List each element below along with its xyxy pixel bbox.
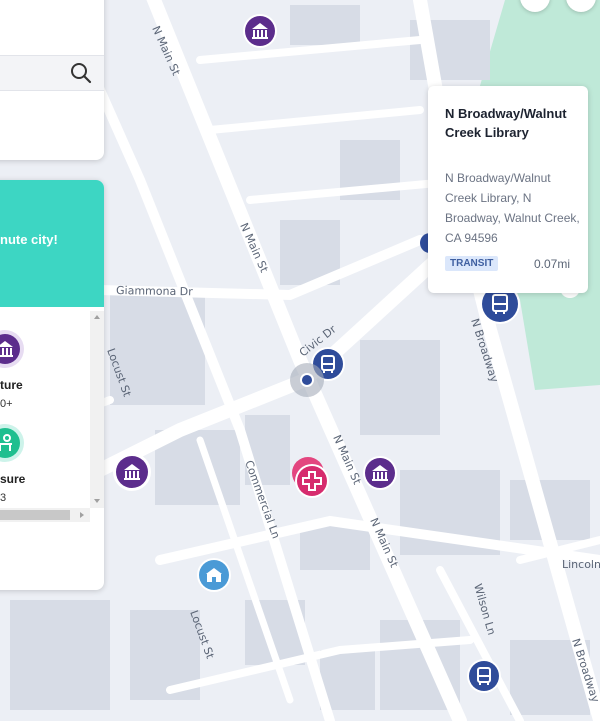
place-popup[interactable]: N Broadway/Walnut Creek Library N Broadw… xyxy=(428,86,588,293)
search-icon[interactable] xyxy=(70,62,92,84)
popup-title: N Broadway/Walnut Creek Library xyxy=(445,106,567,140)
popup-address: N Broadway/Walnut Creek Library, N Broad… xyxy=(445,171,580,245)
category-label: sure xyxy=(0,472,26,486)
transit-marker[interactable] xyxy=(467,659,501,693)
category-count: 3 xyxy=(0,492,7,504)
street-label: Lincoln xyxy=(562,558,600,571)
distance-label: 0.07mi xyxy=(533,257,570,271)
category-culture-icon-badge[interactable] xyxy=(0,330,24,368)
museum-marker[interactable] xyxy=(363,456,397,490)
current-location-marker xyxy=(290,363,324,397)
park-bench-icon xyxy=(0,428,20,458)
scroll-up-icon xyxy=(94,315,100,319)
museum-marker[interactable] xyxy=(243,14,277,48)
museum-marker[interactable] xyxy=(113,453,151,491)
horizontal-scrollbar[interactable] xyxy=(0,508,90,522)
scroll-right-icon xyxy=(80,512,84,518)
scroll-down-icon xyxy=(94,499,100,503)
scroll-thumb xyxy=(0,510,70,520)
banner-text: nute city! xyxy=(0,232,58,247)
category-leisure-icon-badge[interactable] xyxy=(0,424,24,462)
category-tag: TRANSIT xyxy=(445,256,499,271)
school-marker[interactable] xyxy=(197,558,231,592)
street-label: Giammona Dr xyxy=(116,284,193,298)
category-label: ture xyxy=(0,378,23,392)
museum-icon xyxy=(0,334,20,364)
score-banner: nute city! xyxy=(0,180,104,307)
vertical-scrollbar[interactable] xyxy=(90,311,104,508)
search-panel xyxy=(0,0,104,160)
search-bar[interactable] xyxy=(0,55,104,91)
walk-score-panel: nute city! ture 0+ sure 3 xyxy=(0,180,104,590)
category-count: 0+ xyxy=(0,398,13,410)
